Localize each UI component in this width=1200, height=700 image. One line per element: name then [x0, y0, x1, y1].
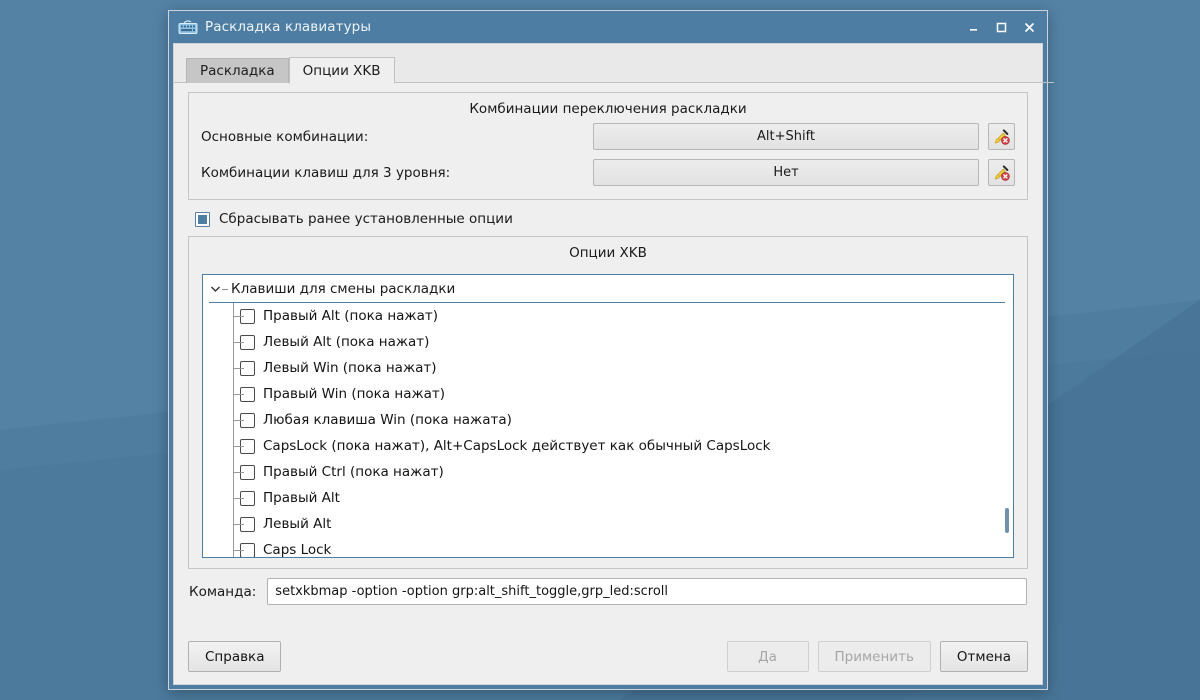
tree-item[interactable]: Правый Win (пока нажат): [203, 381, 1013, 407]
tree-item[interactable]: Любая клавиша Win (пока нажата): [203, 407, 1013, 433]
cancel-button[interactable]: Отмена: [940, 641, 1028, 672]
tree-group-layout-switch-keys[interactable]: Клавиши для смены раскладки: [203, 275, 1013, 303]
tree-connector-horizontal: [233, 472, 244, 473]
tree-connector-horizontal: [233, 550, 244, 551]
command-value: setxkbmap -option -option grp:alt_shift_…: [275, 584, 668, 599]
tree-group-connector: [222, 289, 228, 290]
tree-connector-vertical: [233, 537, 234, 558]
ok-button-label: Да: [758, 649, 777, 665]
switch-combinations-title: Комбинации переключения раскладки: [189, 93, 1027, 123]
tree-item-label: Левый Alt: [263, 516, 331, 532]
tab-xkb-options[interactable]: Опции XKB: [289, 57, 395, 84]
tree-connector-horizontal: [233, 498, 244, 499]
tab-label: Опции XKB: [303, 63, 381, 79]
tree-connector-horizontal: [233, 368, 244, 369]
apply-button-label: Применить: [835, 649, 914, 665]
tree-item-label: Caps Lock: [263, 542, 331, 558]
tree-connector-horizontal: [233, 316, 244, 317]
main-combination-clear-button[interactable]: [988, 123, 1015, 150]
maximize-icon[interactable]: [987, 14, 1015, 40]
apply-button[interactable]: Применить: [818, 641, 931, 672]
xkb-options-tree[interactable]: Клавиши для смены раскладки Правый Alt (…: [202, 274, 1014, 558]
tree-item-label: CapsLock (пока нажат), Alt+CapsLock дейс…: [263, 438, 771, 454]
tab-raskladka[interactable]: Раскладка: [186, 58, 289, 83]
tree-item-label: Левый Win (пока нажат): [263, 360, 437, 376]
dialog-action-bar: Справка Да Применить Отмена: [188, 641, 1028, 672]
window-titlebar[interactable]: Раскладка клавиатуры: [169, 11, 1047, 43]
tree-group-label: Клавиши для смены раскладки: [231, 281, 455, 297]
tree-item-label: Правый Alt: [263, 490, 340, 506]
main-combination-row: Основные комбинации: Alt+Shift: [189, 123, 1027, 150]
tree-item-label: Правый Alt (пока нажат): [263, 308, 438, 324]
switch-combinations-group: Комбинации переключения раскладки Основн…: [188, 92, 1028, 200]
tab-label: Раскладка: [200, 63, 275, 79]
xkb-options-group: Опции XKB Клавиши для смены раскладки Пр…: [188, 236, 1028, 569]
tree-item[interactable]: Правый Alt (пока нажат): [203, 303, 1013, 329]
tree-item[interactable]: Caps Lock: [203, 537, 1013, 558]
tree-item[interactable]: Левый Alt: [203, 511, 1013, 537]
tree-item-label: Левый Alt (пока нажат): [263, 334, 429, 350]
ok-button[interactable]: Да: [727, 641, 809, 672]
tree-item[interactable]: Правый Alt: [203, 485, 1013, 511]
tree-item[interactable]: CapsLock (пока нажат), Alt+CapsLock дейс…: [203, 433, 1013, 459]
tree-connector-horizontal: [233, 394, 244, 395]
broom-clear-icon: [993, 128, 1010, 145]
tree-connector-horizontal: [233, 342, 244, 343]
tree-item-label: Любая клавиша Win (пока нажата): [263, 412, 512, 428]
tree-item-label: Правый Win (пока нажат): [263, 386, 445, 402]
third-level-combination-label: Комбинации клавиш для 3 уровня:: [201, 165, 593, 181]
third-level-combination-clear-button[interactable]: [988, 159, 1015, 186]
window-title: Раскладка клавиатуры: [205, 19, 959, 35]
command-row: Команда: setxkbmap -option -option grp:a…: [188, 578, 1028, 605]
main-combination-value: Alt+Shift: [757, 129, 815, 144]
cancel-button-label: Отмена: [957, 649, 1011, 665]
reset-options-row[interactable]: Сбрасывать ранее установленные опции: [195, 211, 1028, 227]
help-button[interactable]: Справка: [188, 641, 281, 672]
keyboard-icon: [178, 19, 198, 35]
tree-item-label: Правый Ctrl (пока нажат): [263, 464, 444, 480]
help-button-label: Справка: [205, 649, 264, 665]
chevron-down-icon[interactable]: [209, 285, 222, 293]
command-input[interactable]: setxkbmap -option -option grp:alt_shift_…: [267, 578, 1027, 605]
tab-page-xkb-options: Комбинации переключения раскладки Основн…: [174, 83, 1042, 684]
tree-item-container: Правый Alt (пока нажат) Левый Alt (пока н…: [203, 303, 1013, 558]
tree-connector-horizontal: [233, 524, 244, 525]
close-icon[interactable]: [1015, 14, 1043, 40]
command-label: Команда:: [189, 584, 256, 600]
third-level-combination-value: Нет: [773, 165, 798, 180]
tree-connector-horizontal: [233, 446, 244, 447]
tree-connector-horizontal: [233, 420, 244, 421]
tree-item[interactable]: Правый Ctrl (пока нажат): [203, 459, 1013, 485]
reset-options-label: Сбрасывать ранее установленные опции: [219, 211, 513, 227]
tab-strip: Раскладка Опции XKB: [186, 54, 1042, 83]
minimize-icon[interactable]: [959, 14, 987, 40]
third-level-combination-button[interactable]: Нет: [593, 159, 979, 186]
broom-clear-icon: [993, 164, 1010, 181]
tree-item[interactable]: Левый Alt (пока нажат): [203, 329, 1013, 355]
tree-item[interactable]: Левый Win (пока нажат): [203, 355, 1013, 381]
xkb-options-title: Опции XKB: [189, 237, 1027, 267]
main-combination-label: Основные комбинации:: [201, 129, 593, 145]
third-level-combination-row: Комбинации клавиш для 3 уровня: Нет: [189, 159, 1027, 186]
reset-options-checkbox[interactable]: [195, 212, 210, 227]
window-client-area: Раскладка Опции XKB Комбинации переключе…: [173, 43, 1043, 685]
tree-vertical-scrollbar[interactable]: [1005, 508, 1009, 533]
main-combination-button[interactable]: Alt+Shift: [593, 123, 979, 150]
keyboard-layout-window: Раскладка клавиатуры Раскладка Опции XKB…: [168, 10, 1048, 690]
